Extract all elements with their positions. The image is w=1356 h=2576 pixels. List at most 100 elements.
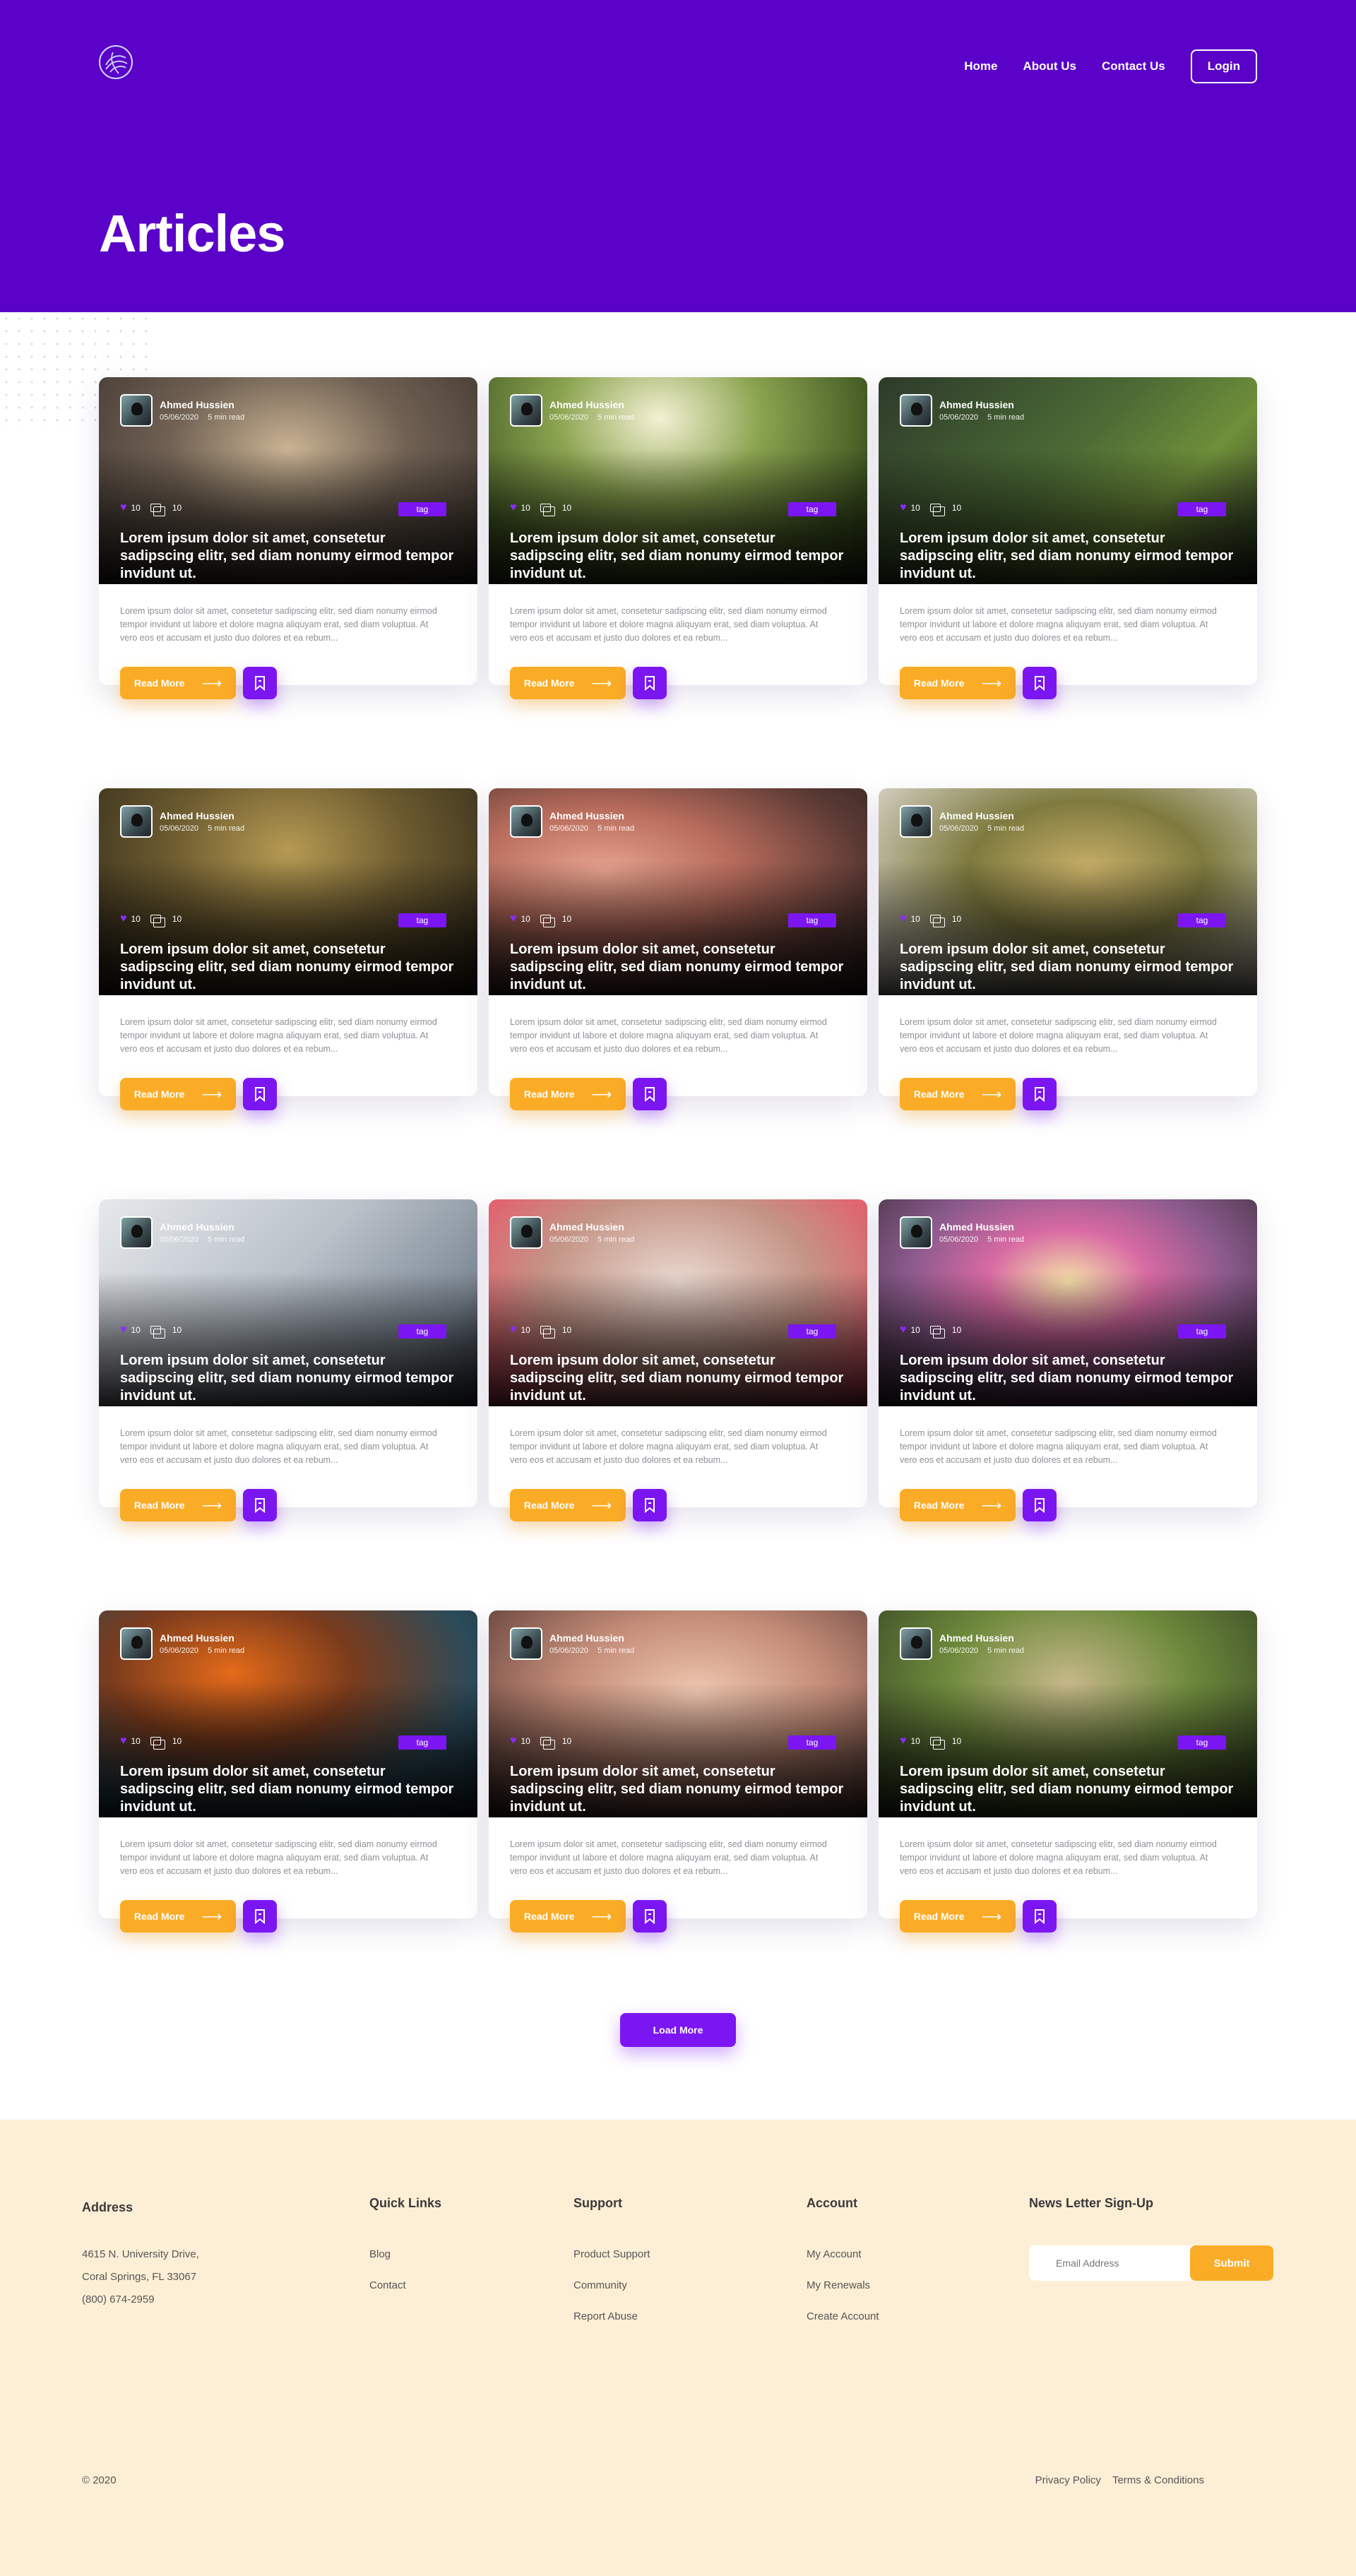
bookmark-icon[interactable] [1023, 667, 1057, 699]
read-more-button[interactable]: Read More ⟶ [900, 667, 1016, 699]
card-title[interactable]: Lorem ipsum dolor sit amet, consetetur s… [900, 530, 1239, 583]
read-more-button[interactable]: Read More ⟶ [510, 1078, 626, 1110]
article-card[interactable]: Ahmed Hussien 05/06/2020 5 min read ♥ 10… [489, 788, 867, 1110]
bookmark-icon[interactable] [1023, 1489, 1057, 1521]
heart-icon[interactable]: ♥ [900, 501, 907, 514]
bookmark-icon[interactable] [243, 667, 277, 699]
tag-badge[interactable]: tag [398, 1324, 446, 1339]
comments-icon[interactable] [929, 1326, 945, 1339]
comments-icon[interactable] [540, 915, 555, 927]
card-title[interactable]: Lorem ipsum dolor sit amet, consetetur s… [510, 530, 849, 583]
comments-icon[interactable] [150, 915, 165, 927]
tag-badge[interactable]: tag [398, 913, 446, 927]
bookmark-icon[interactable] [633, 1078, 667, 1110]
heart-icon[interactable]: ♥ [510, 1735, 517, 1747]
card-title[interactable]: Lorem ipsum dolor sit amet, consetetur s… [900, 941, 1239, 994]
card-title[interactable]: Lorem ipsum dolor sit amet, consetetur s… [510, 1352, 849, 1405]
tag-badge[interactable]: tag [1178, 1324, 1226, 1339]
heart-icon[interactable]: ♥ [120, 501, 127, 514]
footer-link-product-support[interactable]: Product Support [573, 2239, 650, 2270]
comments-icon[interactable] [540, 504, 555, 516]
heart-icon[interactable]: ♥ [510, 1324, 517, 1336]
article-card[interactable]: Ahmed Hussien 05/06/2020 5 min read ♥ 10… [489, 1199, 867, 1521]
footer-link-create-account[interactable]: Create Account [807, 2301, 879, 2332]
read-more-button[interactable]: Read More ⟶ [510, 1900, 626, 1933]
tag-badge[interactable]: tag [398, 502, 446, 516]
tag-badge[interactable]: tag [788, 1735, 836, 1750]
comments-icon[interactable] [540, 1326, 555, 1339]
heart-icon[interactable]: ♥ [120, 913, 127, 925]
card-title[interactable]: Lorem ipsum dolor sit amet, consetetur s… [120, 941, 459, 994]
footer-link-report-abuse[interactable]: Report Abuse [573, 2301, 650, 2332]
read-more-button[interactable]: Read More ⟶ [900, 1900, 1016, 1933]
comments-icon[interactable] [540, 1737, 555, 1750]
article-card[interactable]: Ahmed Hussien 05/06/2020 5 min read ♥ 10… [489, 377, 867, 699]
card-title[interactable]: Lorem ipsum dolor sit amet, consetetur s… [120, 1763, 459, 1816]
tag-badge[interactable]: tag [398, 1735, 446, 1750]
heart-icon[interactable]: ♥ [510, 501, 517, 514]
read-more-button[interactable]: Read More ⟶ [510, 667, 626, 699]
bookmark-icon[interactable] [243, 1489, 277, 1521]
comments-icon[interactable] [150, 504, 165, 516]
card-title[interactable]: Lorem ipsum dolor sit amet, consetetur s… [510, 1763, 849, 1816]
load-more-button[interactable]: Load More [620, 2013, 736, 2047]
comments-icon[interactable] [929, 504, 945, 516]
tag-badge[interactable]: tag [1178, 913, 1226, 927]
nav-home[interactable]: Home [964, 59, 997, 73]
privacy-policy-link[interactable]: Privacy Policy [1035, 2474, 1101, 2486]
article-card[interactable]: Ahmed Hussien 05/06/2020 5 min read ♥ 10… [489, 1610, 867, 1933]
article-card[interactable]: Ahmed Hussien 05/06/2020 5 min read ♥ 10… [99, 1610, 477, 1933]
article-card[interactable]: Ahmed Hussien 05/06/2020 5 min read ♥ 10… [879, 377, 1257, 699]
article-card[interactable]: Ahmed Hussien 05/06/2020 5 min read ♥ 10… [99, 788, 477, 1110]
heart-icon[interactable]: ♥ [900, 1735, 907, 1747]
read-more-button[interactable]: Read More ⟶ [900, 1078, 1016, 1110]
article-card[interactable]: Ahmed Hussien 05/06/2020 5 min read ♥ 10… [99, 1199, 477, 1521]
read-more-button[interactable]: Read More ⟶ [120, 1489, 236, 1521]
card-title[interactable]: Lorem ipsum dolor sit amet, consetetur s… [510, 941, 849, 994]
bookmark-icon[interactable] [243, 1078, 277, 1110]
card-title[interactable]: Lorem ipsum dolor sit amet, consetetur s… [120, 530, 459, 583]
tag-badge[interactable]: tag [1178, 1735, 1226, 1750]
footer-link-community[interactable]: Community [573, 2270, 650, 2301]
comments-icon[interactable] [929, 1737, 945, 1750]
comments-icon[interactable] [150, 1737, 165, 1750]
read-more-button[interactable]: Read More ⟶ [120, 667, 236, 699]
newsletter-submit-button[interactable]: Submit [1190, 2245, 1273, 2281]
card-title[interactable]: Lorem ipsum dolor sit amet, consetetur s… [900, 1352, 1239, 1405]
article-card[interactable]: Ahmed Hussien 05/06/2020 5 min read ♥ 10… [879, 1610, 1257, 1933]
tag-badge[interactable]: tag [788, 1324, 836, 1339]
card-title[interactable]: Lorem ipsum dolor sit amet, consetetur s… [120, 1352, 459, 1405]
card-title[interactable]: Lorem ipsum dolor sit amet, consetetur s… [900, 1763, 1239, 1816]
footer-link-my-account[interactable]: My Account [807, 2239, 879, 2270]
comments-icon[interactable] [150, 1326, 165, 1339]
bookmark-icon[interactable] [633, 1489, 667, 1521]
bookmark-icon[interactable] [633, 667, 667, 699]
article-card[interactable]: Ahmed Hussien 05/06/2020 5 min read ♥ 10… [99, 377, 477, 699]
nav-contact-us[interactable]: Contact Us [1102, 59, 1165, 73]
terms-conditions-link[interactable]: Terms & Conditions [1112, 2474, 1204, 2486]
read-more-button[interactable]: Read More ⟶ [120, 1900, 236, 1933]
read-more-button[interactable]: Read More ⟶ [510, 1489, 626, 1521]
heart-icon[interactable]: ♥ [900, 913, 907, 925]
heart-icon[interactable]: ♥ [900, 1324, 907, 1336]
newsletter-email-input[interactable] [1029, 2245, 1191, 2281]
bookmark-icon[interactable] [1023, 1900, 1057, 1933]
nav-about-us[interactable]: About Us [1023, 59, 1076, 73]
globe-icon[interactable] [99, 45, 133, 79]
tag-badge[interactable]: tag [1178, 502, 1226, 516]
bookmark-icon[interactable] [633, 1900, 667, 1933]
heart-icon[interactable]: ♥ [510, 913, 517, 925]
footer-link-blog[interactable]: Blog [369, 2239, 441, 2270]
comments-icon[interactable] [929, 915, 945, 927]
read-more-button[interactable]: Read More ⟶ [120, 1078, 236, 1110]
tag-badge[interactable]: tag [788, 502, 836, 516]
login-button[interactable]: Login [1190, 49, 1257, 83]
article-card[interactable]: Ahmed Hussien 05/06/2020 5 min read ♥ 10… [879, 788, 1257, 1110]
heart-icon[interactable]: ♥ [120, 1324, 127, 1336]
heart-icon[interactable]: ♥ [120, 1735, 127, 1747]
bookmark-icon[interactable] [1023, 1078, 1057, 1110]
footer-link-my-renewals[interactable]: My Renewals [807, 2270, 879, 2301]
read-more-button[interactable]: Read More ⟶ [900, 1489, 1016, 1521]
tag-badge[interactable]: tag [788, 913, 836, 927]
bookmark-icon[interactable] [243, 1900, 277, 1933]
